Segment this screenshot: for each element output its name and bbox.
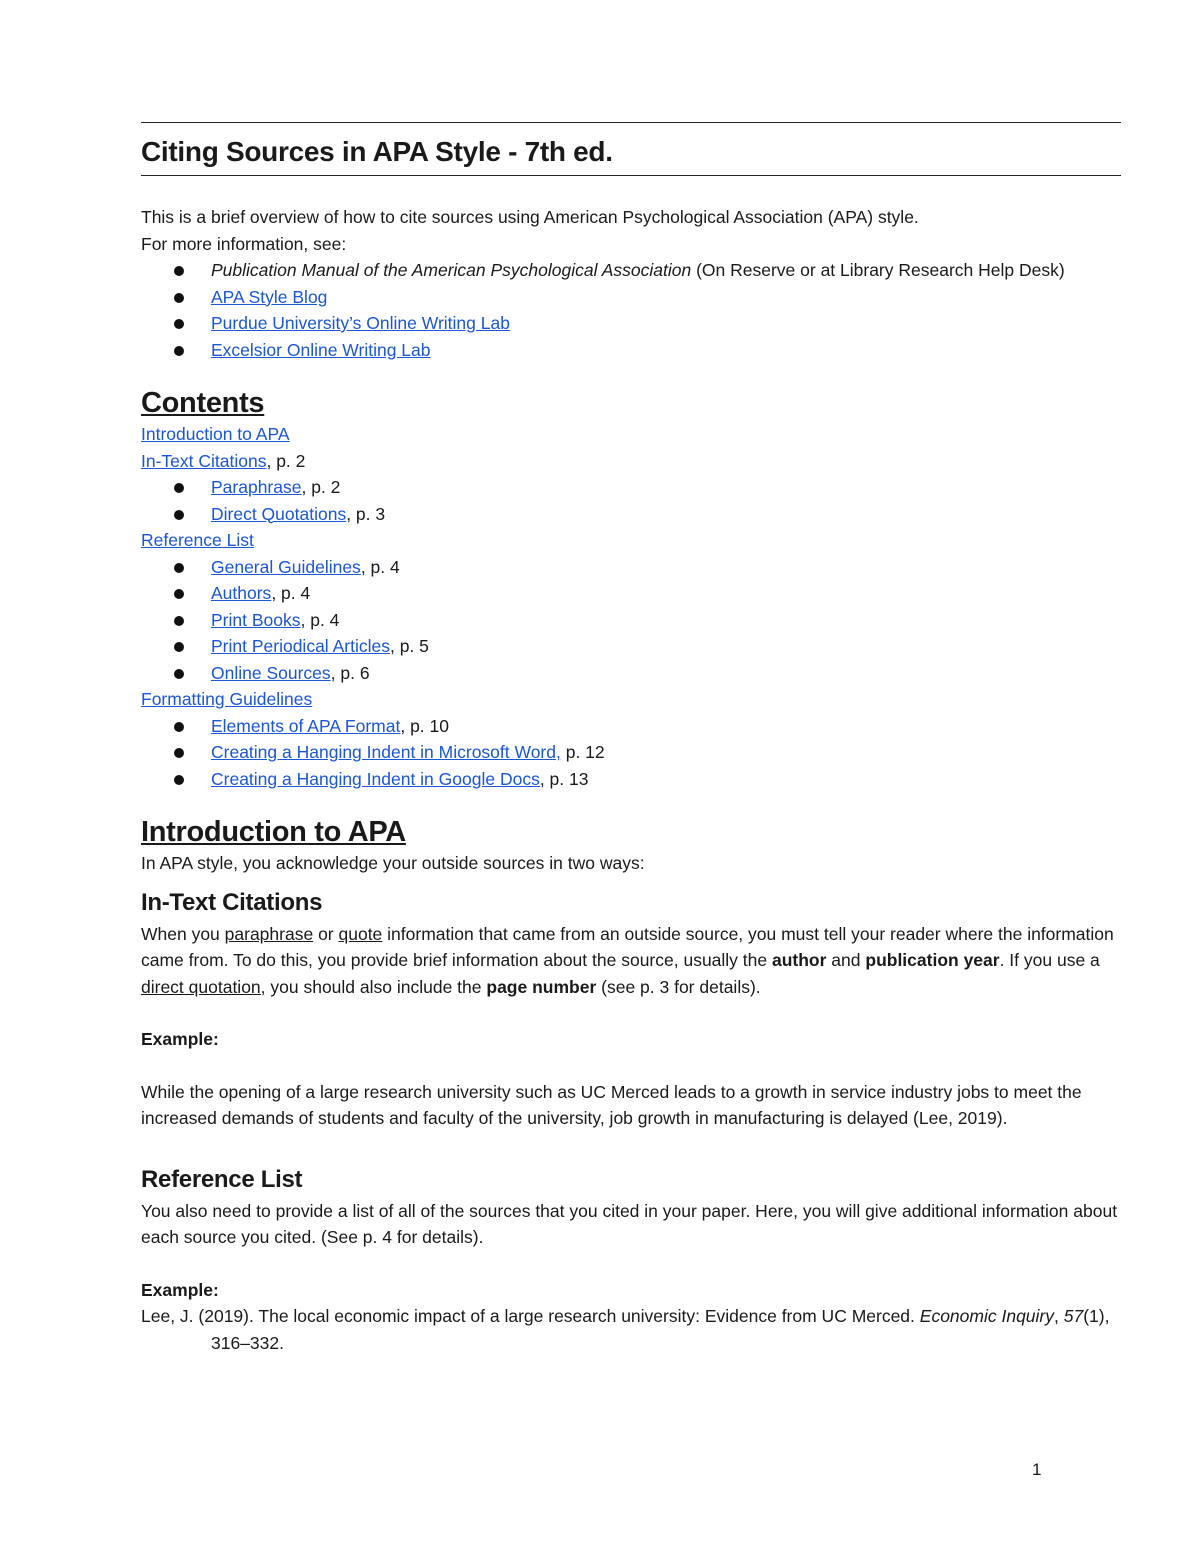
bullet-icon [174,774,184,785]
toc-item: Authors, p. 4 [141,580,1121,607]
bullet-icon [174,721,184,732]
toc-page-ref: p. 12 [560,742,605,762]
toc-in-text-citations-link[interactable]: In-Text Citations [141,451,266,471]
toc-introduction-link[interactable]: Introduction to APA [141,424,290,444]
reference-list-heading: Reference List [141,1165,303,1193]
toc-elements-of-apa-format-link[interactable]: Elements of APA Format [211,716,400,736]
purdue-owl-link[interactable]: Purdue University’s Online Writing Lab [211,313,510,333]
publication-manual-title: Publication Manual of the American Psych… [211,260,692,280]
toc-in-text-list: Paraphrase, p. 2 Direct Quotations, p. 3 [141,474,1121,527]
introduction-text: In APA style, you acknowledge your outsi… [141,853,645,873]
toc-reference-list: General Guidelines, p. 4 Authors, p. 4 P… [141,554,1121,687]
toc-item: Creating a Hanging Indent in Google Docs… [141,766,1121,793]
toc-paraphrase-link[interactable]: Paraphrase [211,477,301,497]
bullet-icon [174,748,184,758]
toc-page-ref: , p. 4 [271,583,311,603]
resource-item: Purdue University’s Online Writing Lab [141,310,1121,337]
journal-title: Economic Inquiry [919,1306,1055,1326]
quote-term: quote [338,923,383,944]
intro-line: This is a brief overview of how to cite … [141,207,919,227]
title-top-rule [141,122,1121,123]
bullet-icon [174,668,184,679]
toc-page-ref: , p. 6 [330,662,370,683]
introduction-heading: Introduction to APA [141,816,406,848]
toc-page-ref: , p. 4 [360,556,400,577]
toc-authors-link[interactable]: Authors [211,583,271,603]
bullet-icon [174,345,184,356]
bullet-icon [174,509,184,520]
toc-general-guidelines-link[interactable]: General Guidelines [211,557,361,577]
bullet-icon [174,319,184,329]
toc-direct-quotations-link[interactable]: Direct Quotations [211,504,346,524]
toc-item: Elements of APA Format, p. 10 [141,713,1121,740]
in-text-citations-paragraph: When you paraphrase or quote information… [141,923,1114,997]
toc-page-ref: , p. 3 [346,503,386,524]
toc-hanging-indent-word-link[interactable]: Creating a Hanging Indent in Microsoft W… [211,742,561,762]
resource-item: APA Style Blog [141,284,1121,311]
bullet-icon [174,615,184,626]
toc-item: Online Sources, p. 6 [141,660,1121,687]
toc-page-ref: , p. 4 [300,609,340,630]
publication-manual-location: (On Reserve or at Library Research Help … [691,260,1065,280]
page-number: 1 [1032,1460,1042,1479]
document-title: Citing Sources in APA Style - 7th ed. [141,136,613,167]
toc-formatting-guidelines-link[interactable]: Formatting Guidelines [141,689,312,709]
toc-page-ref: , p. 2 [266,450,306,471]
toc-reference-list-link[interactable]: Reference List [141,530,254,550]
more-info-label: For more information, see: [141,233,347,254]
reference-example: Lee, J. (2019). The local economic impac… [141,1306,1110,1353]
bullet-icon [174,589,184,599]
apa-style-blog-link[interactable]: APA Style Blog [211,287,327,307]
journal-volume: 57 [1063,1306,1084,1326]
toc-hanging-indent-google-docs-link[interactable]: Creating a Hanging Indent in Google Docs [211,769,540,789]
toc-item: Direct Quotations, p. 3 [141,501,1121,528]
toc-formatting-list: Elements of APA Format, p. 10 Creating a… [141,713,1121,793]
example-label: Example: [141,1279,219,1300]
reference-list-paragraph: You also need to provide a list of all o… [141,1200,1118,1248]
publication-year-term: publication year [865,950,1000,970]
toc-print-books-link[interactable]: Print Books [211,610,300,630]
toc-item: General Guidelines, p. 4 [141,554,1121,581]
author-term: author [771,950,827,970]
example-label: Example: [141,1029,219,1049]
excelsior-owl-link[interactable]: Excelsior Online Writing Lab [211,340,431,360]
bullet-icon [174,562,184,573]
bullet-icon [174,266,184,276]
direct-quotation-term: direct quotation, [141,976,266,997]
toc-item: Paraphrase, p. 2 [141,474,1121,501]
contents-heading: Contents [141,387,265,419]
resource-item: Excelsior Online Writing Lab [141,337,1121,364]
toc-page-ref: , p. 2 [301,477,341,497]
document-page: Citing Sources in APA Style - 7th ed. Th… [141,122,1121,1356]
paraphrase-term: paraphrase [224,923,314,944]
toc-item: Print Books, p. 4 [141,607,1121,634]
toc-item: Creating a Hanging Indent in Microsoft W… [141,739,1121,766]
resource-list: Publication Manual of the American Psych… [141,257,1121,363]
in-text-citations-heading: In-Text Citations [141,888,323,916]
toc-page-ref: , p. 13 [539,768,589,789]
toc-item: Print Periodical Articles, p. 5 [141,633,1121,660]
toc-online-sources-link[interactable]: Online Sources [211,663,331,683]
in-text-example: While the opening of a large research un… [141,1081,1082,1129]
toc-page-ref: , p. 10 [400,715,449,736]
bullet-icon [174,483,184,493]
toc-page-ref: , p. 5 [389,636,429,656]
page-number-term: page number [486,976,597,997]
resource-item: Publication Manual of the American Psych… [141,257,1121,284]
toc-print-periodical-articles-link[interactable]: Print Periodical Articles [211,636,390,656]
bullet-icon [174,292,184,303]
bullet-icon [174,642,184,652]
